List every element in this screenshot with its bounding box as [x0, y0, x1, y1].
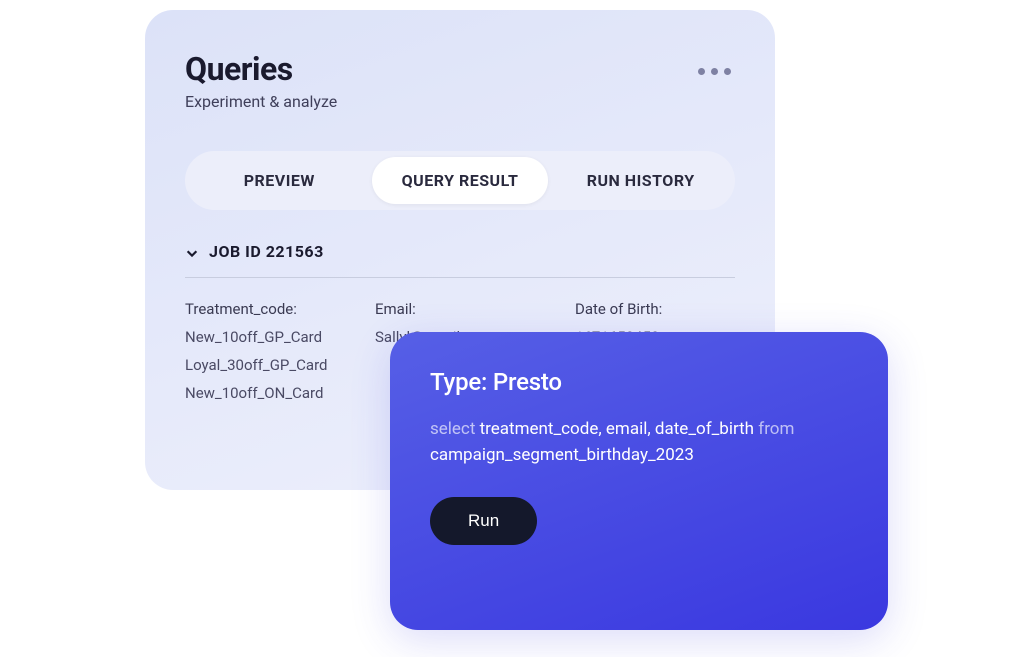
panel-title: Queries [185, 50, 337, 88]
cell-treatment: New_10off_GP_Card [185, 328, 355, 346]
sql-fields: treatment_code, email, date_of_birth [480, 419, 754, 439]
job-id-label: JOB ID 221563 [209, 242, 324, 261]
panel-title-block: Queries Experiment & analyze [185, 50, 337, 111]
query-body: select treatment_code, email, date_of_bi… [430, 416, 848, 469]
panel-header: Queries Experiment & analyze [185, 50, 735, 111]
job-expand-row[interactable]: JOB ID 221563 [185, 242, 735, 278]
tab-query-result[interactable]: QUERY RESULT [372, 157, 549, 204]
cell-treatment: Loyal_30off_GP_Card [185, 356, 355, 374]
query-type-title: Type: Presto [430, 368, 848, 396]
run-button[interactable]: Run [430, 497, 537, 545]
query-card: Type: Presto select treatment_code, emai… [390, 332, 888, 630]
col-dob: Date of Birth: [575, 300, 735, 318]
col-email: Email: [375, 300, 555, 318]
col-treatment: Treatment_code: [185, 300, 355, 318]
sql-keyword-from: from [758, 419, 794, 439]
panel-subtitle: Experiment & analyze [185, 92, 337, 111]
tab-run-history[interactable]: RUN HISTORY [552, 157, 729, 204]
more-menu-icon[interactable] [698, 50, 735, 75]
tabs: PREVIEW QUERY RESULT RUN HISTORY [185, 151, 735, 210]
sql-keyword-select: select [430, 419, 475, 439]
cell-treatment: New_10off_ON_Card [185, 384, 355, 402]
tab-preview[interactable]: PREVIEW [191, 157, 368, 204]
sql-table: campaign_segment_birthday_2023 [430, 445, 694, 465]
chevron-down-icon [185, 245, 199, 259]
